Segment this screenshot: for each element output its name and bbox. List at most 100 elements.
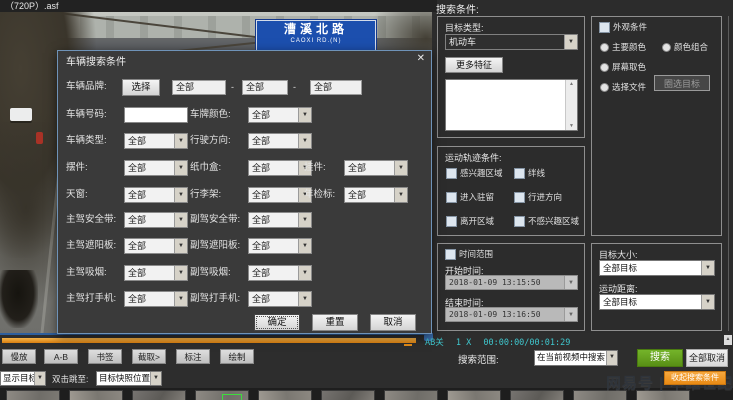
select-value: 显示目标 [3,373,37,384]
field-select[interactable]: 全部▼ [124,212,188,228]
field-label: 副驾安全带: [190,212,240,228]
cancel-button[interactable]: 取消 [370,314,416,331]
checkbox-icon[interactable] [446,216,457,227]
chevron-down-icon: ▼ [174,134,187,148]
brand-box-3[interactable]: 全部 [310,80,362,95]
trajectory-checkbox[interactable]: 离开区域 [446,215,494,227]
field-select[interactable]: 全部▼ [124,160,188,176]
field-select[interactable]: 全部▼ [124,238,188,254]
field-select[interactable]: 全部▼ [248,265,312,281]
chevron-down-icon: ▼ [564,308,577,321]
time-range-checkbox[interactable]: 时间范围 [445,248,493,260]
brand-box-1[interactable]: 全部 [172,80,226,95]
brand-select-button[interactable]: 选择 [122,79,160,96]
checkbox-icon[interactable] [514,192,525,203]
appearance-checkbox[interactable]: 外观条件 [599,21,647,33]
brand-row: 车辆品牌: 选择 全部 - 全部 - 全部 [58,79,431,97]
field-label: 摆件: [66,160,88,176]
field-label: 车牌颜色: [190,107,231,123]
road-sign-english: CAOXI RD.(N) [257,38,375,45]
result-thumbnail[interactable] [258,390,312,400]
toolbar-button[interactable]: 书签 [88,349,122,364]
field-select[interactable]: 全部▼ [248,291,312,307]
motion-distance-select[interactable]: 全部目标 ▼ [599,294,715,310]
checkbox-icon[interactable] [446,192,457,203]
chevron-down-icon: ▼ [564,276,577,289]
appearance-radio[interactable]: 颜色组合 [662,41,708,53]
result-thumbnail[interactable] [6,390,60,400]
scroll-down-icon[interactable]: ▼ [566,122,577,130]
result-thumbnail[interactable] [447,390,501,400]
target-type-select[interactable]: 机动车 ▼ [445,34,578,50]
result-thumbnail[interactable] [321,390,375,400]
ok-button[interactable]: 确定 [254,314,300,331]
result-thumbnail[interactable] [510,390,564,400]
more-features-button[interactable]: 更多特征 [445,57,503,73]
dialog-field-row: 车辆类型:全部▼行驶方向:全部▼ [58,133,431,150]
select-value: 全部 [252,189,270,201]
trajectory-checkbox[interactable]: 感兴趣区域 [446,167,503,179]
appearance-radio[interactable]: 选择文件 [600,81,646,93]
field-select[interactable]: 全部▼ [124,133,188,149]
field-select[interactable]: 全部▼ [248,133,312,149]
checkbox-icon[interactable] [445,249,456,260]
reset-button[interactable]: 重置 [312,314,358,331]
checkbox-icon[interactable] [514,216,525,227]
appearance-group: 外观条件 主要颜色 颜色组合屏幕取色选择文件 圈选目标 [591,16,722,236]
field-select[interactable]: 全部▼ [248,238,312,254]
feature-listbox[interactable]: ▲ ▼ [445,79,578,131]
toolbar-button[interactable]: 标注 [176,349,210,364]
brand-box-2[interactable]: 全部 [242,80,288,95]
trajectory-checkbox[interactable]: 行进方向 [514,191,562,203]
search-scope-select[interactable]: 在当前视频中搜索 ▼ [534,350,618,366]
radio-icon[interactable] [600,83,609,92]
toolbar-button[interactable]: 绘制 [220,349,254,364]
toolbar-button[interactable]: A-B [44,349,78,364]
select-value: 全部 [252,293,270,305]
search-button[interactable]: 搜索 [637,349,683,367]
appearance-radio[interactable]: 主要颜色 [600,41,646,53]
playback-progress-bar[interactable] [2,338,416,343]
close-icon[interactable]: ✕ [417,53,425,65]
field-select[interactable]: 全部▼ [124,291,188,307]
display-target-select[interactable]: 显示目标 ▼ [0,371,46,386]
vehicle-number-input[interactable] [124,107,188,123]
result-thumbnail[interactable] [69,390,123,400]
app-window: （720P）.asf 漕溪北路 CAOXI RD.(N) 中山南二路 斜土路 车… [0,0,733,400]
toolbar-button[interactable]: 截取> [132,349,166,364]
scroll-up-icon[interactable]: ▲ [566,80,577,88]
scroll-up-icon[interactable]: ▲ [724,335,732,345]
radio-icon[interactable] [600,43,609,52]
result-thumbnail[interactable] [195,390,249,400]
field-select[interactable]: 全部▼ [344,160,408,176]
checkbox-icon[interactable] [446,168,457,179]
radio-icon[interactable] [662,43,671,52]
radio-icon[interactable] [600,63,609,72]
field-select[interactable]: 全部▼ [124,265,188,281]
checkbox-icon[interactable] [514,168,525,179]
field-label: 主驾打手机: [66,291,116,307]
trajectory-checkbox[interactable]: 进入驻留 [446,191,494,203]
trajectory-checkbox[interactable]: 绊线 [514,167,545,179]
cancel-all-button[interactable]: 全部取消 [686,349,728,367]
circle-target-button[interactable]: 圈选目标 [654,75,710,91]
listbox-scrollbar[interactable]: ▲ ▼ [565,80,577,130]
field-select[interactable]: 全部▼ [248,187,312,203]
result-thumbnail[interactable] [132,390,186,400]
select-value: 全部 [128,214,146,226]
appearance-radio[interactable]: 屏幕取色 [600,61,646,73]
select-value: 在当前视频中搜索 [537,352,605,363]
field-select[interactable]: 全部▼ [248,107,312,123]
collapse-conditions-button[interactable]: 收起搜索条件 [664,371,726,385]
field-select[interactable]: 全部▼ [344,187,408,203]
jump-target-select[interactable]: 目标快照位置 ▼ [96,371,162,386]
select-value: 全部 [252,267,270,279]
target-size-select[interactable]: 全部目标 ▼ [599,260,715,276]
field-select[interactable]: 全部▼ [248,212,312,228]
field-select[interactable]: 全部▼ [248,160,312,176]
field-select[interactable]: 全部▼ [124,187,188,203]
trajectory-checkbox[interactable]: 不感兴趣区域 [514,215,579,227]
result-thumbnail[interactable] [384,390,438,400]
toolbar-button[interactable]: 慢放 [2,349,36,364]
checkbox-icon[interactable] [599,22,610,33]
